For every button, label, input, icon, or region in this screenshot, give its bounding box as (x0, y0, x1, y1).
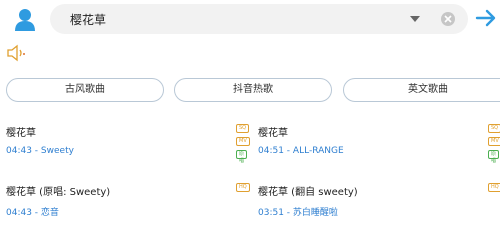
song-meta: 04:51 - ALL-RANGE (258, 146, 344, 156)
song-title: 樱花草 (6, 128, 36, 139)
search-input[interactable]: 樱花草 (70, 11, 106, 28)
song-item[interactable]: 樱花草 04:51 - ALL-RANGE SQ MV 原唱 (258, 124, 500, 164)
original-badge: 原唱 (236, 150, 248, 164)
song-item[interactable]: 樱花草 (原唱: Sweety) 04:43 - 恋音 HQ (6, 183, 250, 223)
hq-badge: HQ (236, 183, 250, 192)
song-meta: 04:43 - Sweety (6, 146, 74, 156)
song-item[interactable]: 樱花草 (翻自 sweety) 03:51 - 苏白睡醒啦 HQ (258, 183, 500, 223)
sq-badge: SQ (236, 124, 250, 133)
song-title: 樱花草 (258, 128, 288, 139)
category-button-gufeng[interactable]: 古风歌曲 (6, 78, 164, 102)
hq-badge: HQ (488, 183, 500, 192)
clear-icon[interactable] (440, 11, 456, 27)
top-bar: 樱花草 (0, 0, 500, 40)
search-box[interactable]: 樱花草 (50, 4, 468, 34)
song-item[interactable]: 樱花草 04:43 - Sweety SQ MV 原唱 (6, 124, 250, 164)
search-arrow-icon[interactable] (474, 6, 498, 30)
mv-badge[interactable]: MV (236, 137, 250, 146)
song-title: 樱花草 (原唱: Sweety) (6, 187, 111, 198)
original-badge: 原唱 (488, 150, 500, 164)
song-meta: 03:51 - 苏白睡醒啦 (258, 208, 338, 218)
speaker-icon[interactable] (6, 44, 26, 62)
mv-badge[interactable]: MV (488, 137, 500, 146)
song-meta: 04:43 - 恋音 (6, 208, 59, 218)
user-avatar-icon[interactable] (12, 6, 38, 32)
sq-badge: SQ (488, 124, 500, 133)
song-title: 樱花草 (翻自 sweety) (258, 187, 358, 198)
category-button-douyin[interactable]: 抖音热歌 (174, 78, 332, 102)
category-button-english[interactable]: 英文歌曲 (343, 78, 500, 102)
dropdown-caret-icon[interactable] (408, 12, 422, 26)
